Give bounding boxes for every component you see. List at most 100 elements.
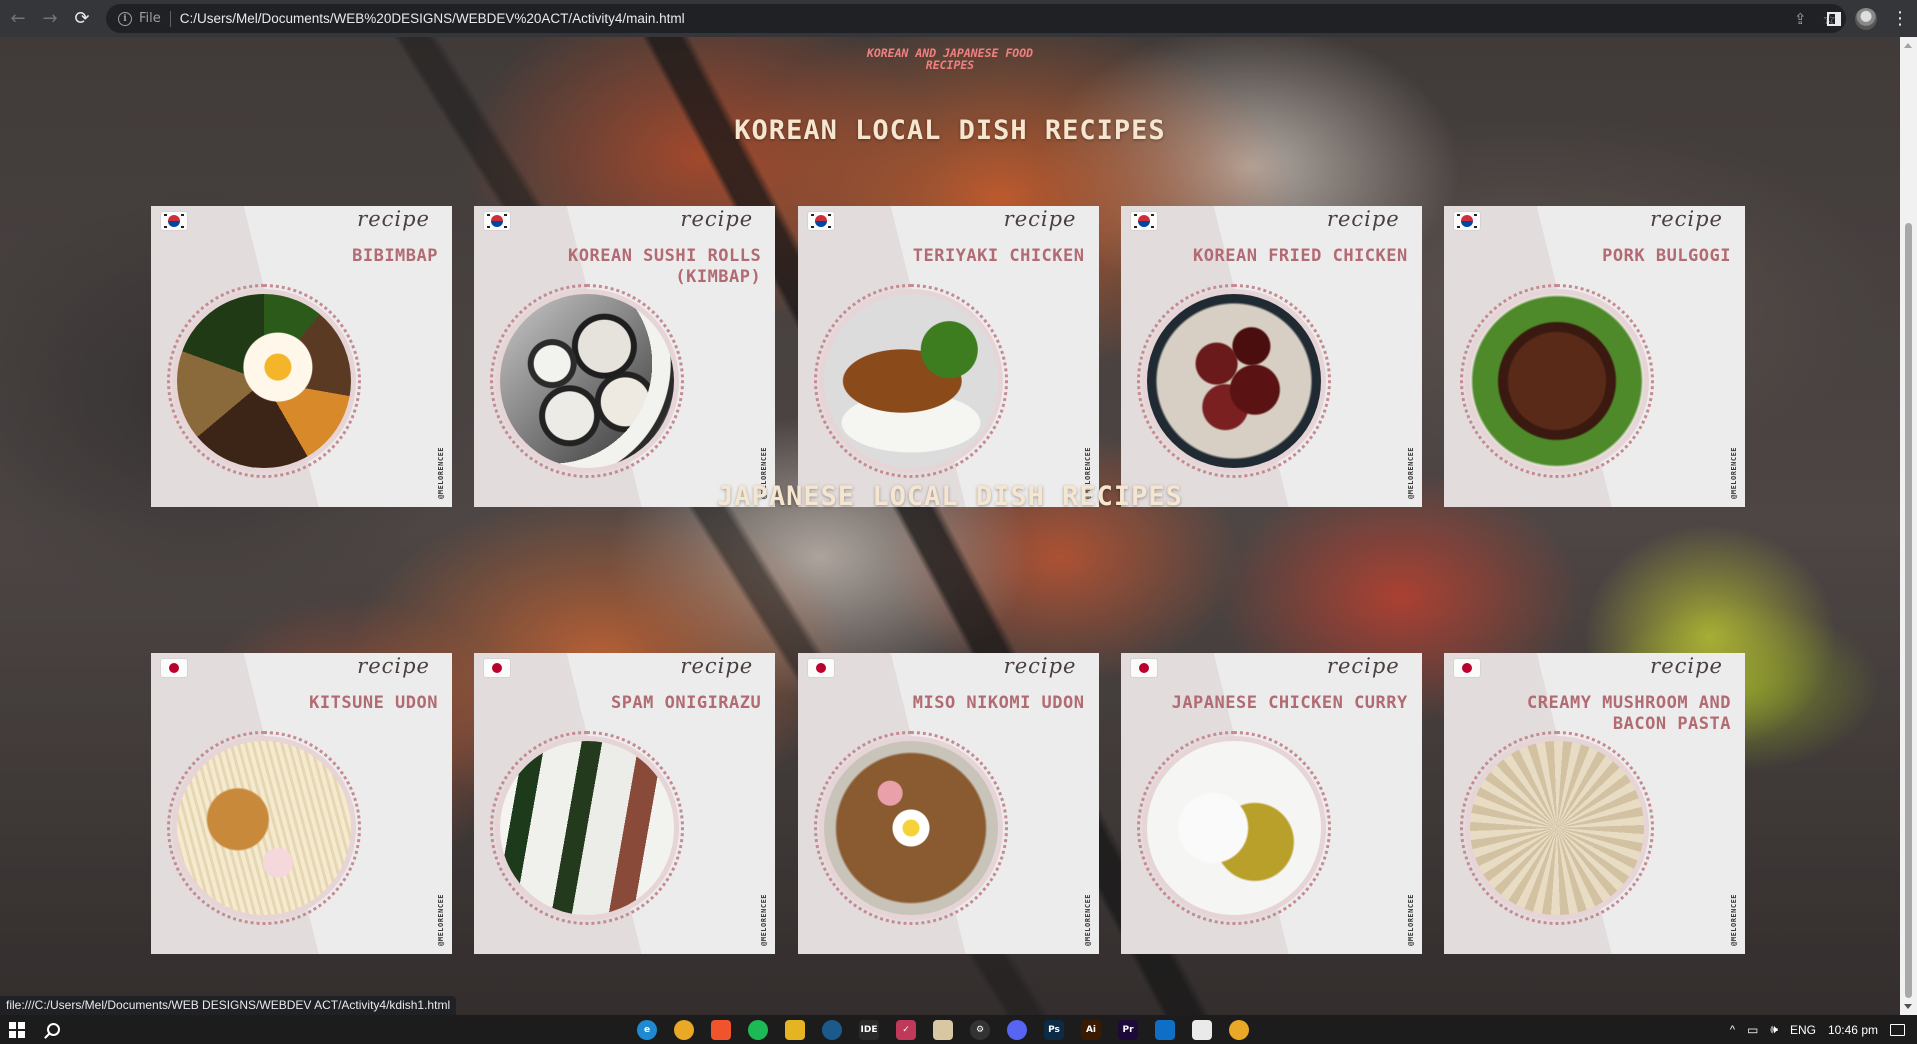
chevron-up-icon[interactable]: ^ — [1730, 1024, 1735, 1036]
recipe-script-label: recipe — [357, 207, 430, 231]
file-explorer-icon[interactable] — [785, 1019, 805, 1040]
korea-flag-icon — [161, 212, 187, 230]
taskbar-apps: e IDE ✓ ⚙ Ps Ai Pr — [637, 1015, 1249, 1044]
japan-flag-icon — [807, 659, 834, 677]
recipe-script-label: recipe — [1326, 654, 1400, 678]
recipe-script-label: recipe — [1650, 654, 1723, 678]
author-handle: @MELORENCEE — [437, 894, 445, 946]
system-tray: ^ ▭ 🕪 ENG 10:46 pm — [1730, 1015, 1917, 1044]
todo-icon[interactable]: ✓ — [896, 1019, 916, 1040]
korea-flag-icon — [484, 212, 511, 230]
ide-icon[interactable]: IDE — [859, 1019, 879, 1040]
chrome-active-icon[interactable] — [1229, 1019, 1249, 1040]
edge-icon[interactable]: e — [637, 1019, 657, 1040]
photoshop-icon[interactable]: Ps — [1044, 1019, 1064, 1040]
japanese-section-title: JAPANESE LOCAL DISH RECIPES — [717, 481, 1183, 512]
search-icon[interactable] — [47, 1023, 60, 1036]
scroll-down-arrow-icon[interactable] — [1904, 1004, 1912, 1009]
dish-title: PORK BULGOGI — [1602, 246, 1731, 266]
share-icon[interactable]: ⇪ — [1794, 10, 1807, 28]
recipe-card[interactable]: recipe JAPANESE CHICKEN CURRY @MELORENCEE — [1120, 653, 1422, 954]
scroll-up-arrow-icon[interactable] — [1904, 43, 1912, 48]
dish-photo — [177, 294, 351, 468]
korean-recipe-grid: recipe BIBIMBAP @MELORENCEE recipe KOREAN SU… — [151, 206, 1745, 507]
vscode-icon[interactable] — [1155, 1019, 1175, 1040]
dish-title: KOREAN SUSHI ROLLS (KIMBAP) — [568, 246, 762, 287]
recipe-card[interactable]: recipe MISO NIKOMI UDON @MELORENCEE — [797, 653, 1099, 954]
japan-flag-icon — [161, 659, 187, 677]
windows-taskbar: e IDE ✓ ⚙ Ps Ai Pr ^ ▭ 🕪 ENG 10:46 pm — [0, 1015, 1917, 1044]
paint-icon[interactable] — [933, 1019, 953, 1040]
dish-title: MISO NIKOMI UDON — [912, 693, 1085, 713]
link-status-url: file:///C:/Users/Mel/Documents/WEB DESIG… — [0, 996, 457, 1015]
recipe-script-label: recipe — [680, 207, 754, 231]
recipe-script-label: recipe — [1326, 207, 1400, 231]
forward-arrow-icon[interactable]: → — [34, 3, 66, 35]
browser-toolbar: ← → ⟳ i File C:/Users/Mel/Documents/WEB%… — [0, 0, 1917, 37]
spotify-icon[interactable] — [748, 1019, 768, 1040]
back-arrow-icon[interactable]: ← — [2, 3, 34, 35]
url-text[interactable]: C:/Users/Mel/Documents/WEB%20DESIGNS/WEB… — [180, 11, 685, 26]
recipe-card[interactable]: recipe TERIYAKI CHICKEN @MELORENCEE — [797, 206, 1099, 507]
author-handle: @MELORENCEE — [1730, 894, 1738, 946]
korea-flag-icon — [807, 212, 834, 230]
page-viewport: KOREAN AND JAPANESE FOOD RECIPES KOREAN … — [0, 37, 1900, 1015]
recipe-script-label: recipe — [1650, 207, 1723, 231]
dish-title: KITSUNE UDON — [309, 693, 438, 713]
korea-flag-icon — [1130, 212, 1157, 230]
dish-photo — [823, 741, 998, 915]
chrome-icon[interactable] — [674, 1019, 694, 1040]
address-bar[interactable]: i File C:/Users/Mel/Documents/WEB%20DESI… — [106, 4, 1846, 33]
steam-icon[interactable] — [822, 1019, 842, 1040]
volume-icon[interactable]: 🕪 — [1770, 1022, 1778, 1037]
notification-icon[interactable] — [1890, 1023, 1905, 1036]
recipe-card[interactable]: recipe KOREAN FRIED CHICKEN @MELORENCEE — [1120, 206, 1422, 507]
korean-section-title: KOREAN LOCAL DISH RECIPES — [734, 115, 1166, 146]
recipe-script-label: recipe — [680, 654, 754, 678]
profile-avatar[interactable] — [1855, 7, 1877, 30]
dish-photo — [1146, 741, 1321, 915]
info-icon[interactable]: i — [118, 11, 132, 26]
dish-title: KOREAN FRIED CHICKEN — [1193, 246, 1408, 266]
settings-icon[interactable]: ⚙ — [970, 1019, 990, 1040]
author-handle: @MELORENCEE — [760, 894, 769, 946]
japan-flag-icon — [484, 659, 511, 677]
dish-photo — [1470, 741, 1644, 915]
brave-icon[interactable] — [711, 1019, 731, 1040]
author-handle: @MELORENCEE — [1083, 894, 1092, 946]
language-indicator[interactable]: ENG — [1790, 1023, 1816, 1037]
reload-icon[interactable]: ⟳ — [66, 3, 98, 35]
menu-kebab-icon[interactable]: ⋮ — [1891, 9, 1909, 28]
dish-photo — [500, 294, 675, 468]
recipe-card[interactable]: recipe CREAMY MUSHROOM AND BACON PASTA @ME… — [1444, 653, 1745, 954]
recipe-card[interactable]: recipe KITSUNE UDON @MELORENCEE — [151, 653, 452, 954]
github-icon[interactable] — [1192, 1019, 1212, 1040]
premiere-icon[interactable]: Pr — [1118, 1019, 1138, 1040]
recipe-card[interactable]: recipe PORK BULGOGI @MELORENCEE — [1444, 206, 1745, 507]
recipe-card[interactable]: recipe BIBIMBAP @MELORENCEE — [151, 206, 452, 507]
windows-start-icon[interactable] — [9, 1021, 25, 1038]
korea-flag-icon — [1454, 212, 1480, 230]
dish-title: TERIYAKI CHICKEN — [912, 246, 1085, 266]
recipe-card[interactable]: recipe SPAM ONIGIRAZU @MELORENCEE — [474, 653, 776, 954]
side-panel-icon[interactable] — [1827, 11, 1841, 26]
illustrator-icon[interactable]: Ai — [1081, 1019, 1101, 1040]
page-scrollbar[interactable] — [1900, 37, 1917, 1015]
network-icon[interactable]: ▭ — [1747, 1023, 1758, 1037]
discord-icon[interactable] — [1007, 1019, 1027, 1040]
dish-title: SPAM ONIGIRAZU — [610, 693, 762, 713]
dish-photo — [1146, 294, 1321, 468]
divider — [169, 10, 171, 27]
japan-flag-icon — [1454, 659, 1480, 677]
clock[interactable]: 10:46 pm — [1828, 1023, 1878, 1037]
file-label: File — [139, 11, 161, 26]
site-brand: KOREAN AND JAPANESE FOOD RECIPES — [866, 46, 1034, 72]
japan-flag-icon — [1130, 659, 1157, 677]
dish-photo — [177, 741, 351, 915]
dish-photo — [823, 294, 998, 468]
scroll-thumb[interactable] — [1905, 223, 1912, 998]
recipe-card[interactable]: recipe KOREAN SUSHI ROLLS (KIMBAP) @MELORE… — [474, 206, 776, 507]
dish-title: CREAMY MUSHROOM AND BACON PASTA — [1527, 693, 1731, 734]
recipe-script-label: recipe — [1003, 207, 1077, 231]
recipe-script-label: recipe — [1003, 654, 1077, 678]
